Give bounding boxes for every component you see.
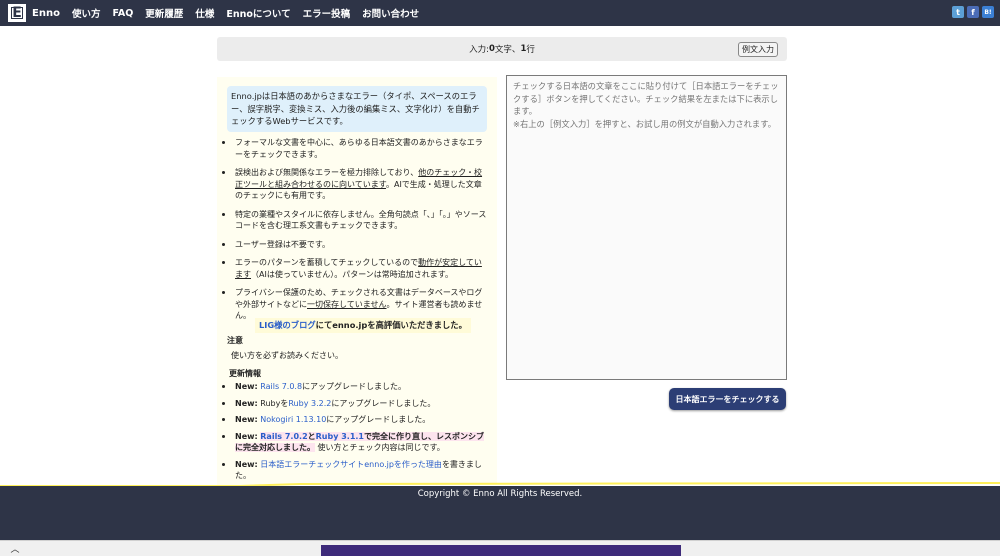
list-item: New: Rails 7.0.2とRuby 3.1.1で完全に作り直し、レスポン… [221, 431, 489, 454]
list-item: New: Nokogiri 1.13.10にアップグレードしました。 [221, 414, 489, 426]
list-item: 誤検出および無関係なエラーを極力排除しており、他のチェック・校正ツールと組み合わ… [221, 167, 489, 202]
update-link[interactable]: 日本語エラーチェックサイトenno.jpを作った理由 [260, 460, 442, 469]
check-errors-button[interactable]: 日本語エラーをチェックする [669, 388, 786, 410]
updates-heading: 更新情報 [229, 369, 261, 378]
line-unit: 行 [526, 45, 535, 55]
chevron-up-icon[interactable]: ︿ [8, 542, 22, 555]
example-input-button[interactable]: 例文入力 [738, 42, 778, 57]
nav-spec[interactable]: 仕様 [195, 6, 214, 20]
update-link[interactable]: Rails 7.0.8 [260, 382, 302, 391]
list-item: New: Rails 7.0.8にアップグレードしました。 [221, 381, 489, 393]
twitter-icon[interactable]: t [952, 6, 964, 18]
list-item: New: RubyをRuby 3.2.2にアップグレードしました。 [221, 398, 489, 410]
info-column: Enno.jpは日本語のあからさまなエラー（タイポ、スペースのエラー、誤字脱字、… [217, 77, 497, 485]
notice-text: 使い方を必ずお読みください。 [231, 351, 343, 360]
facebook-icon[interactable]: f [967, 6, 979, 18]
top-navbar: E Enno 使い方 FAQ 更新履歴 仕様 Ennoについて エラー投稿 お問… [0, 0, 1000, 26]
intro-text: Enno.jpは日本語のあからさまなエラー（タイポ、スペースのエラー、誤字脱字、… [227, 86, 487, 132]
nav-usage[interactable]: 使い方 [72, 6, 101, 20]
bottom-banner[interactable] [321, 545, 681, 556]
hatena-bookmark-icon[interactable]: B! [982, 6, 994, 18]
feature-text: （AIは使っていません）。パターンは常時追加されます。 [251, 269, 453, 279]
list-item: ユーザー登録は不要です。 [221, 239, 489, 251]
list-item: New: 日本語エラーチェックサイトenno.jpを作った理由を書きました。 [221, 459, 489, 482]
list-item: プライバシー保護のため、チェックされる文書はデータベースやログや外部サイトなどに… [221, 287, 489, 322]
share-icons: t f B! [952, 6, 994, 18]
feature-underline-text: 一切保存していません [307, 299, 387, 309]
new-label: New: [235, 382, 258, 391]
counter-prefix: 入力: [469, 45, 489, 55]
update-link[interactable]: Rails 7.0.2 [260, 432, 307, 441]
lig-blog-link[interactable]: LIG様のブログ [259, 320, 316, 330]
update-text: Rubyを [260, 398, 289, 408]
nav-about[interactable]: Ennoについて [226, 6, 290, 20]
update-text: 使い方とチェック内容は同じです。 [317, 443, 445, 452]
copyright-text: Copyright © Enno All Rights Reserved. [417, 489, 583, 499]
new-label: New: [235, 431, 258, 441]
new-label: New: [235, 415, 258, 424]
nav-error-post[interactable]: エラー投稿 [303, 6, 351, 20]
nav-faq[interactable]: FAQ [112, 8, 133, 19]
notice-heading: 注意 [227, 336, 243, 345]
footer: Copyright © Enno All Rights Reserved. [0, 486, 1000, 540]
list-item: エラーのパターンを蓄積してチェックしているので動作が安定しています（AIは使って… [221, 257, 489, 280]
update-text: にアップグレードしました。 [326, 415, 431, 424]
update-link[interactable]: Nokogiri 1.13.10 [260, 415, 326, 424]
update-text: にアップグレードしました。 [302, 382, 407, 391]
update-text: にアップグレードしました。 [331, 398, 436, 408]
input-counter-bar: 入力: 0 文字、 1 行 例文入力 [217, 37, 787, 61]
feature-text: エラーのパターンを蓄積してチェックしているので [235, 258, 419, 267]
update-link[interactable]: Ruby 3.1.1 [316, 432, 364, 441]
enno-logo[interactable]: E [8, 4, 26, 22]
update-link[interactable]: Ruby 3.2.2 [288, 399, 331, 408]
nav-contact[interactable]: お問い合わせ [362, 6, 419, 20]
lig-text: にてenno.jpを高評価いただきました。 [315, 320, 467, 330]
list-item: 特定の業種やスタイルに依存しません。全角句読点「、」「。」やソースコードを含む理… [221, 209, 489, 232]
list-item: フォーマルな文書を中心に、あらゆる日本語文書のあからさまなエラーをチェックできま… [221, 137, 489, 160]
nav-history[interactable]: 更新履歴 [145, 6, 183, 20]
brand-name[interactable]: Enno [32, 8, 60, 19]
new-label: New: [235, 398, 258, 408]
new-label: New: [235, 459, 258, 469]
browser-bottom-bar: ︿ [0, 540, 1000, 556]
update-text: と [307, 431, 316, 441]
char-unit: 文字、 [494, 45, 521, 55]
feature-text: 誤検出および無関係なエラーを極力排除しており、 [235, 168, 419, 177]
japanese-text-input[interactable] [506, 75, 787, 380]
feature-list: フォーマルな文書を中心に、あらゆる日本語文書のあからさまなエラーをチェックできま… [221, 137, 489, 329]
lig-review-notice: LIG様のブログにてenno.jpを高評価いただきました。 [255, 318, 471, 333]
updates-list: New: Rails 7.0.8にアップグレードしました。 New: Rubyを… [221, 381, 489, 487]
